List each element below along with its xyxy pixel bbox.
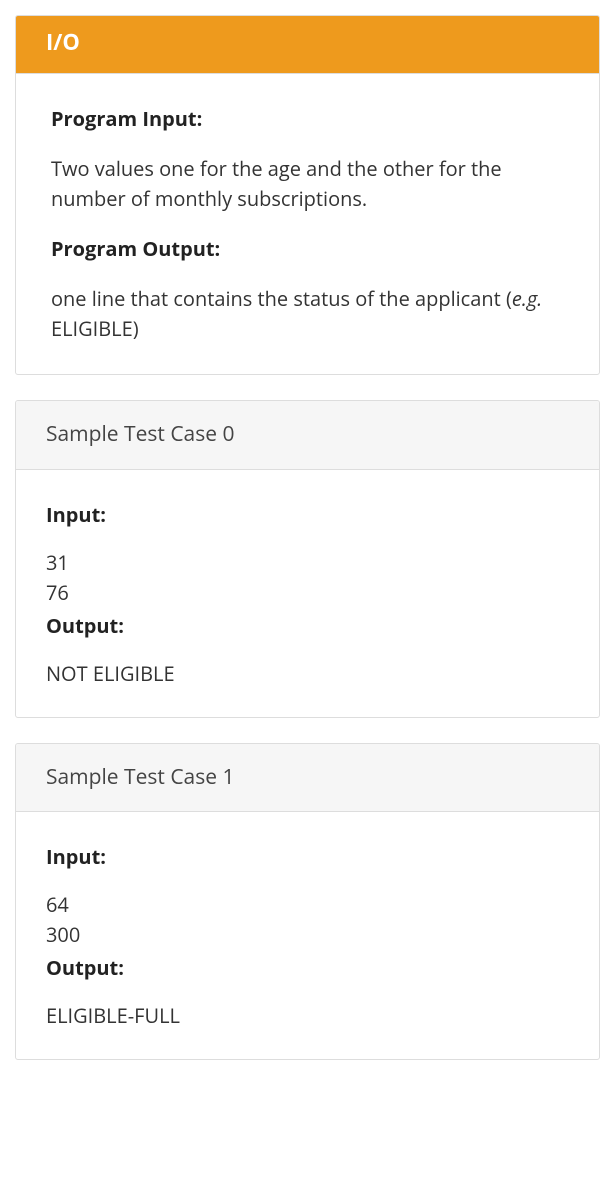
program-output-label: Program Output: — [51, 234, 564, 264]
test-case-header: Sample Test Case 0 — [16, 401, 599, 470]
output-desc-suffix: ELIGIBLE) — [51, 315, 139, 342]
test-case-title: Sample Test Case 1 — [46, 763, 235, 791]
output-desc-italic: e.g. — [512, 285, 542, 312]
output-desc-prefix: one line that contains the status of the… — [51, 285, 512, 312]
io-spec-header: I/O — [16, 16, 599, 74]
test-output-value: NOT ELIGIBLE — [46, 659, 569, 689]
test-input-label: Input: — [46, 842, 569, 872]
test-output-label: Output: — [46, 611, 569, 641]
test-input-value: 64 300 — [46, 890, 569, 950]
test-case-body: Input: 31 76 Output: NOT ELIGIBLE — [16, 470, 599, 717]
test-input-value: 31 76 — [46, 548, 569, 608]
test-case-panel: Sample Test Case 0 Input: 31 76 Output: … — [15, 400, 600, 718]
io-spec-body: Program Input: Two values one for the ag… — [16, 74, 599, 374]
test-output-label: Output: — [46, 953, 569, 983]
io-spec-header-text: I/O — [46, 27, 80, 57]
test-case-panel: Sample Test Case 1 Input: 64 300 Output:… — [15, 743, 600, 1061]
io-spec-panel: I/O Program Input: Two values one for th… — [15, 15, 600, 375]
test-case-title: Sample Test Case 0 — [46, 420, 235, 448]
program-output-description: one line that contains the status of the… — [51, 284, 564, 344]
test-case-body: Input: 64 300 Output: ELIGIBLE-FULL — [16, 812, 599, 1059]
program-input-description: Two values one for the age and the other… — [51, 154, 564, 214]
test-input-label: Input: — [46, 500, 569, 530]
test-case-header: Sample Test Case 1 — [16, 744, 599, 813]
test-output-value: ELIGIBLE-FULL — [46, 1001, 569, 1031]
program-input-label: Program Input: — [51, 104, 564, 134]
